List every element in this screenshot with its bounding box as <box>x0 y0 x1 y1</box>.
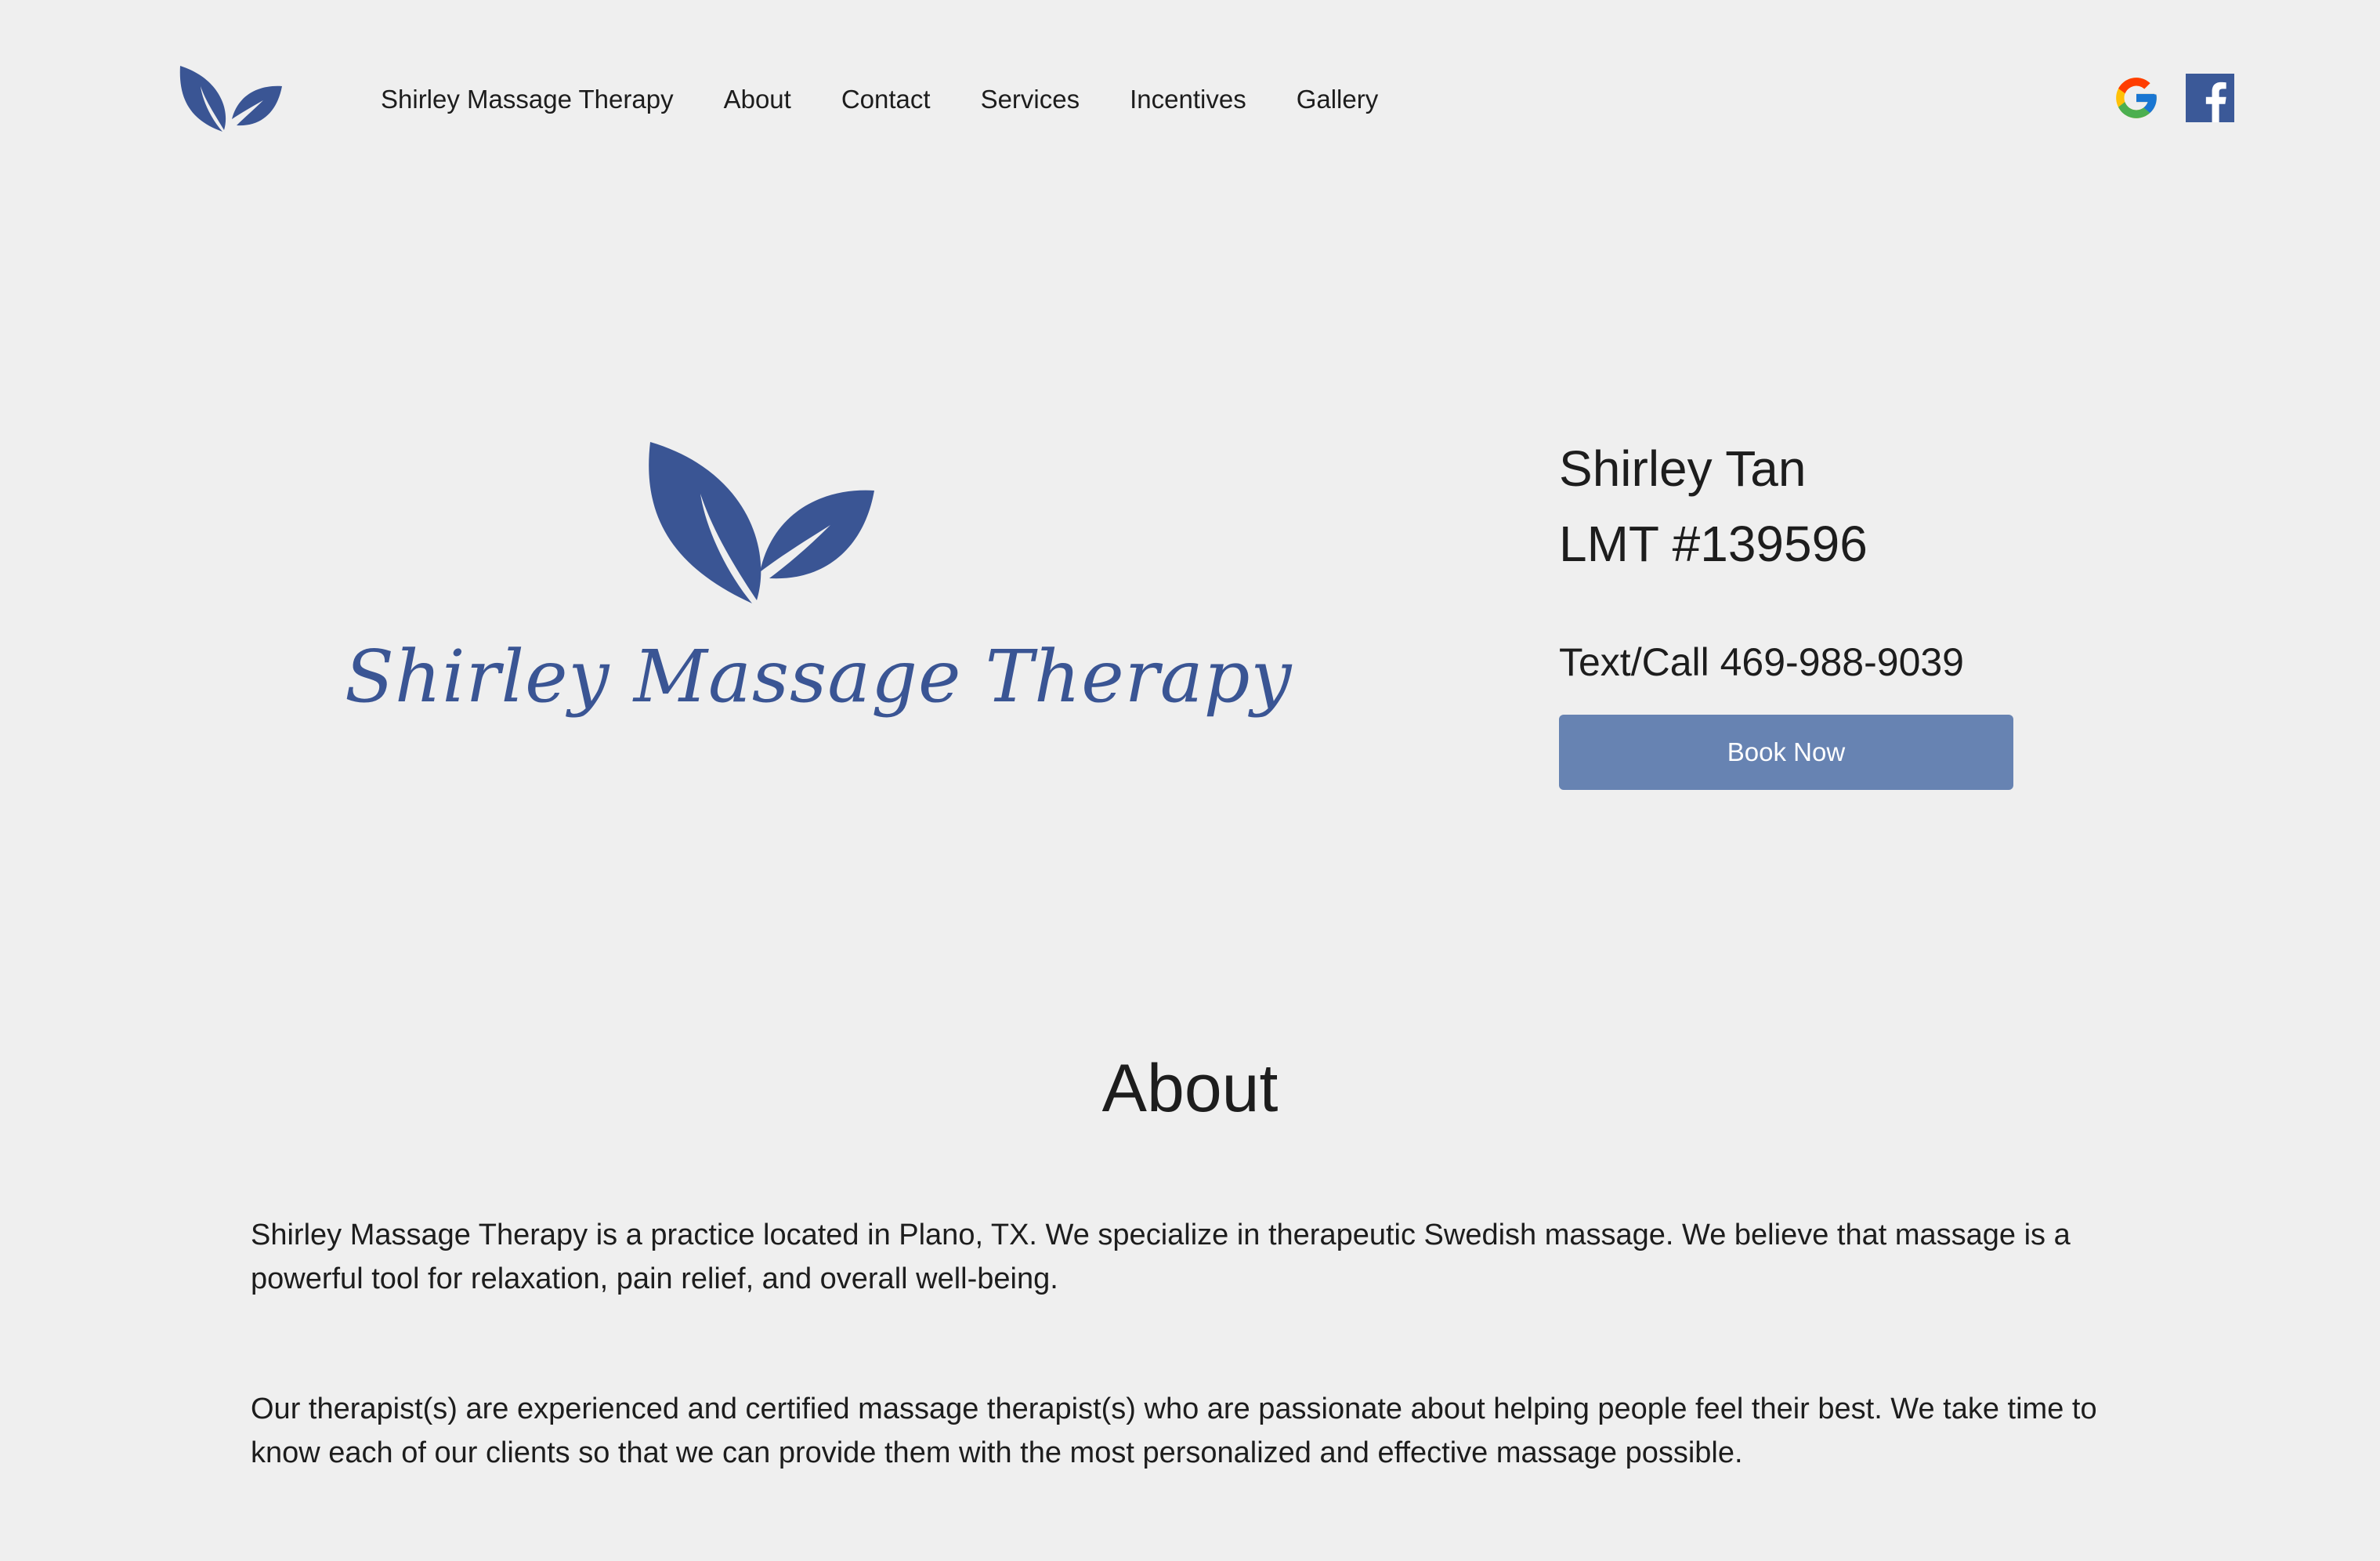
nav-link-contact[interactable]: Contact <box>841 85 931 114</box>
leaf-logo-icon <box>649 442 874 603</box>
therapist-name: Shirley Tan <box>1559 440 1807 497</box>
google-icon[interactable] <box>2112 74 2161 122</box>
about-section: Shirley Massage Therapy is a practice lo… <box>251 1213 2131 1561</box>
facebook-icon[interactable] <box>2186 74 2234 122</box>
about-paragraph: Shirley Massage Therapy is a practice lo… <box>251 1219 2071 1295</box>
license-number: LMT #139596 <box>1559 516 1868 572</box>
phone-number: Text/Call 469-988-9039 <box>1559 640 1964 684</box>
contact-card: Shirley Tan LMT #139596 Text/Call 469-98… <box>1559 431 2029 790</box>
book-now-button[interactable]: Book Now <box>1559 715 2013 790</box>
leaf-logo-icon[interactable] <box>175 63 285 135</box>
main-nav: Shirley Massage Therapy About Contact Se… <box>381 85 1428 114</box>
brand-title: Shirley Massage Therapy <box>345 635 1293 719</box>
hero-logo: Shirley Massage Therapy <box>345 439 1293 768</box>
nav-link-gallery[interactable]: Gallery <box>1297 85 1379 114</box>
social-links <box>2112 74 2234 122</box>
site-header: Shirley Massage Therapy About Contact Se… <box>0 0 2380 204</box>
nav-link-home[interactable]: Shirley Massage Therapy <box>381 85 674 114</box>
nav-link-about[interactable]: About <box>724 85 791 114</box>
about-heading: About <box>1101 1051 1279 1126</box>
about-paragraph: Our therapist(s) are experienced and cer… <box>251 1393 2097 1469</box>
nav-link-incentives[interactable]: Incentives <box>1130 85 1246 114</box>
nav-link-services[interactable]: Services <box>981 85 1080 114</box>
